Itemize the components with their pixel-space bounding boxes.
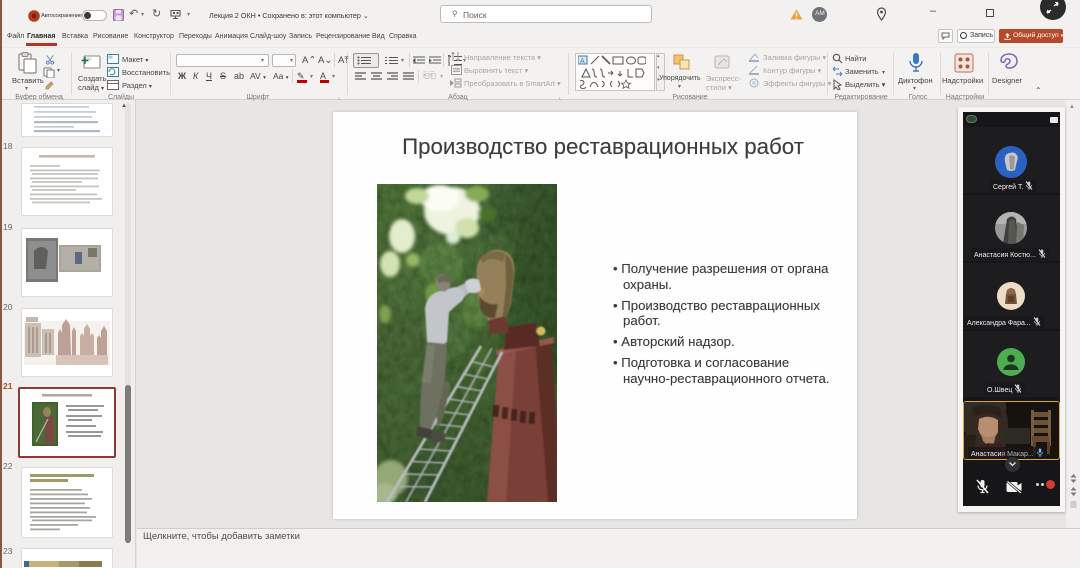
svg-text:A: A xyxy=(580,58,585,65)
